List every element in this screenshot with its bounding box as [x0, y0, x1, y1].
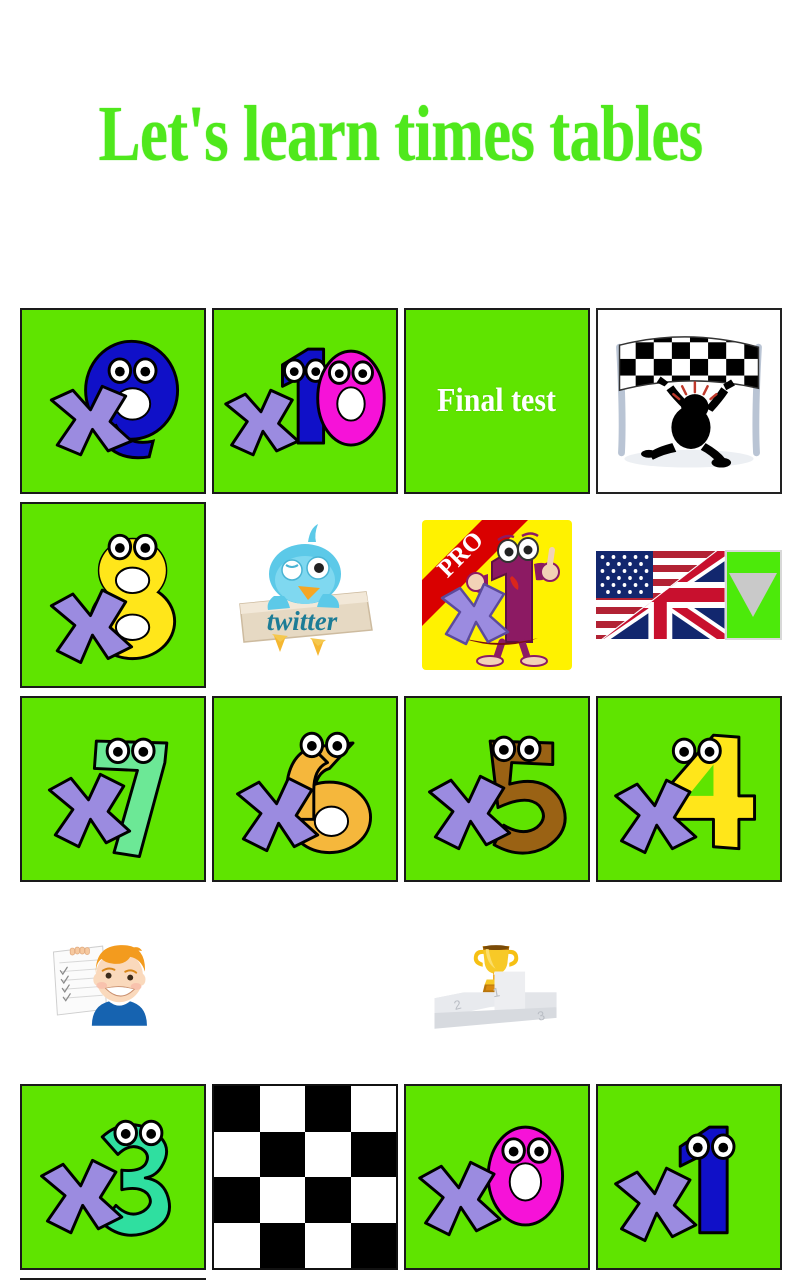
grid-cell-pro-app[interactable]: PRO [404, 502, 590, 688]
checker-square [214, 1177, 260, 1223]
checker-square [350, 1222, 396, 1268]
app-root: Let's learn times tables Final test twit… [0, 0, 800, 1280]
tile-checkerboard[interactable] [212, 1084, 398, 1270]
final-test-label-wrap: Final test [406, 310, 588, 492]
number-9-character [22, 310, 204, 492]
tile-times-3[interactable] [20, 1084, 206, 1270]
grid-cell-times-10[interactable] [212, 308, 398, 494]
grid-cell-finish-flag[interactable] [596, 308, 782, 494]
checker-square [259, 1086, 305, 1132]
grid-cell-my-results[interactable] [20, 890, 206, 1076]
grid-cell-twitter[interactable]: twitter [212, 502, 398, 688]
grid-cell-times-4[interactable] [596, 696, 782, 882]
number-0-character [406, 1086, 588, 1268]
us-uk-flag-icon[interactable] [596, 551, 725, 639]
checker-square [305, 1086, 351, 1132]
checker-square [259, 1222, 305, 1268]
tile-times-10[interactable] [212, 308, 398, 494]
checker-square [350, 1131, 396, 1177]
grid-cell-language[interactable] [596, 502, 782, 688]
grid-cell-high-scores[interactable]: 2 1 3 [404, 890, 590, 1076]
number-3-character [22, 1086, 204, 1268]
checker-square [305, 1177, 351, 1223]
tile-times-7[interactable] [20, 696, 206, 882]
number-8-character [22, 504, 204, 686]
tile-twitter[interactable]: twitter [212, 502, 398, 688]
times-tables-grid: Final test twitter PRO 2 1 3 [20, 308, 782, 1280]
tile-finish-flag[interactable] [596, 308, 782, 494]
checker-square [350, 1086, 396, 1132]
boy-with-test-paper-icon [20, 937, 206, 1029]
number-6-character [214, 698, 396, 880]
tile-times-8[interactable] [20, 502, 206, 688]
number-5-character [406, 698, 588, 880]
tile-times-4[interactable] [596, 696, 782, 882]
svg-text:twitter: twitter [267, 606, 338, 636]
number-1-character [598, 1086, 780, 1268]
tile-times-1[interactable] [596, 1084, 782, 1270]
number-10-character [214, 310, 396, 492]
grid-cell-times-1[interactable] [596, 1084, 782, 1270]
checker-square [214, 1131, 260, 1177]
grid-cell-times-5[interactable] [404, 696, 590, 882]
grid-cell-times-7[interactable] [20, 696, 206, 882]
checker-square [214, 1086, 260, 1132]
grid-cell-times-3[interactable] [20, 1084, 206, 1270]
number-4-character [598, 698, 780, 880]
grid-cell-final-test[interactable]: Final test [404, 308, 590, 494]
tile-final-test[interactable]: Final test [404, 308, 590, 494]
triangle-down-icon [729, 573, 778, 617]
grid-cell-times-8[interactable] [20, 502, 206, 688]
language-selector[interactable] [596, 502, 782, 688]
language-dropdown-button[interactable] [724, 550, 782, 640]
twitter-bird-sign-icon: twitter [212, 502, 398, 688]
tile-times-6[interactable] [212, 696, 398, 882]
grid-cell-times-6[interactable] [212, 696, 398, 882]
pro-app-icon: PRO [404, 502, 590, 688]
tile-times-9[interactable] [20, 308, 206, 494]
final-test-label: Final test [437, 382, 557, 419]
tile-pro-app[interactable]: PRO [404, 502, 590, 688]
checker-square [305, 1131, 351, 1177]
grid-cell-checkerboard[interactable] [212, 1084, 398, 1270]
page-title-text: Let's learn times tables [98, 91, 703, 178]
tile-high-scores[interactable]: 2 1 3 [404, 890, 590, 1076]
tile-times-0[interactable] [404, 1084, 590, 1270]
trophy-podium-icon: 2 1 3 [404, 937, 590, 1029]
finish-line-flag-icon [598, 310, 780, 492]
number-7-character [22, 698, 204, 880]
checker-square [305, 1222, 351, 1268]
tile-times-5[interactable] [404, 696, 590, 882]
checker-square [259, 1177, 305, 1223]
checker-square [350, 1177, 396, 1223]
grid-cell-times-9[interactable] [20, 308, 206, 494]
page-title: Let's learn times tables [0, 95, 800, 174]
grid-cell-times-0[interactable] [404, 1084, 590, 1270]
checker-square [214, 1222, 260, 1268]
tile-my-results[interactable] [20, 890, 206, 1076]
checker-square [259, 1131, 305, 1177]
